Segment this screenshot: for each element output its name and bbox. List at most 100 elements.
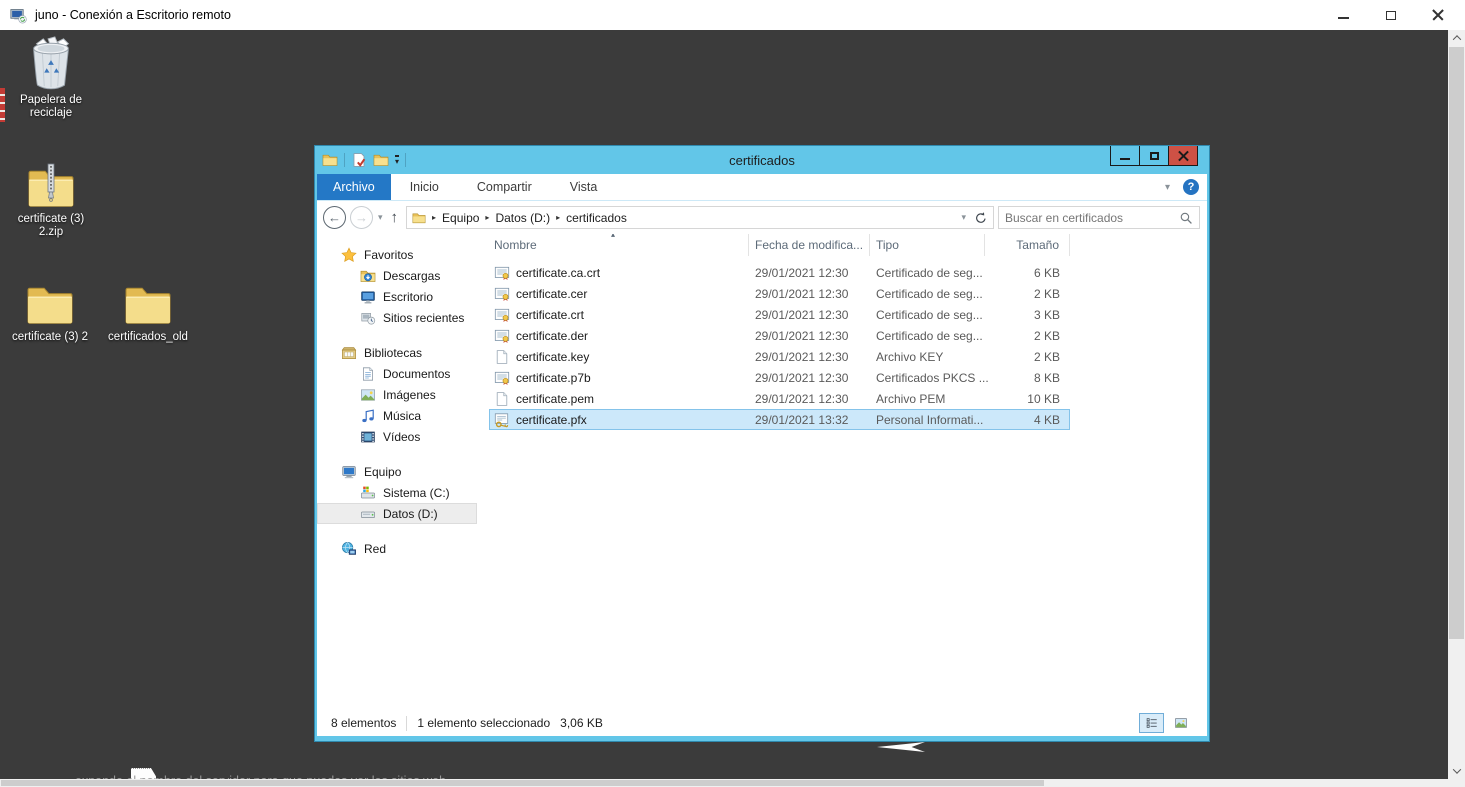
pfx-certificate-icon bbox=[494, 412, 510, 428]
qat-new-folder-icon[interactable] bbox=[373, 152, 389, 168]
sidebar-item-musica[interactable]: Música bbox=[317, 405, 477, 426]
file-date: 29/01/2021 12:30 bbox=[749, 266, 870, 280]
file-date: 29/01/2021 12:30 bbox=[749, 308, 870, 322]
file-icon bbox=[494, 349, 510, 365]
file-row[interactable]: certificate.pem 29/01/2021 12:30 Archivo… bbox=[489, 388, 1070, 409]
file-size: 2 KB bbox=[985, 287, 1070, 301]
forward-button[interactable]: → bbox=[350, 206, 373, 229]
rdp-vertical-scrollbar[interactable] bbox=[1448, 30, 1465, 779]
file-name: certificate.der bbox=[516, 329, 588, 343]
file-size: 10 KB bbox=[985, 392, 1070, 406]
sidebar-item-imagenes[interactable]: Imágenes bbox=[317, 384, 477, 405]
icons-view-icon bbox=[1174, 716, 1188, 730]
search-input[interactable] bbox=[1005, 211, 1179, 225]
column-header-fecha[interactable]: Fecha de modifica... bbox=[749, 234, 870, 256]
file-type: Certificado de seg... bbox=[870, 329, 985, 343]
desktop-icon bbox=[360, 289, 376, 305]
explorer-window: ▾ certificados Archivo Inicio Compartir … bbox=[314, 145, 1210, 742]
file-row[interactable]: certificate.der 29/01/2021 12:30 Certifi… bbox=[489, 325, 1070, 346]
tab-archivo[interactable]: Archivo bbox=[317, 174, 391, 200]
minimize-icon bbox=[1338, 17, 1349, 19]
sidebar-item-bibliotecas[interactable]: Bibliotecas bbox=[317, 342, 477, 363]
file-date: 29/01/2021 12:30 bbox=[749, 392, 870, 406]
quick-access-toolbar: ▾ bbox=[317, 152, 406, 168]
host-maximize-button[interactable] bbox=[1367, 0, 1414, 30]
column-header-tamano[interactable]: Tamaño bbox=[985, 234, 1070, 256]
rdp-titlebar: juno - Conexión a Escritorio remoto bbox=[0, 0, 1465, 30]
file-row-selected[interactable]: certificate.pfx 29/01/2021 13:32 Persona… bbox=[489, 409, 1070, 430]
tab-compartir[interactable]: Compartir bbox=[458, 174, 551, 200]
ribbon-right-controls: ▾ ? bbox=[1165, 174, 1199, 200]
scroll-down-button[interactable] bbox=[1448, 763, 1465, 779]
desktop-icon-certificate-zip[interactable]: certificate (3) 2.zip bbox=[6, 163, 96, 239]
sidebar-item-escritorio[interactable]: Escritorio bbox=[317, 286, 477, 307]
desktop-icon-label: certificate (3) 2 bbox=[12, 331, 88, 344]
host-minimize-button[interactable] bbox=[1320, 0, 1367, 30]
tab-vista[interactable]: Vista bbox=[551, 174, 617, 200]
qat-properties-icon[interactable] bbox=[351, 152, 367, 168]
back-button[interactable]: ← bbox=[323, 206, 346, 229]
desktop-icon-certificate-folder[interactable]: certificate (3) 2 bbox=[2, 283, 98, 344]
maximize-icon bbox=[1386, 11, 1396, 20]
qat-folder-icon[interactable] bbox=[322, 152, 338, 168]
sidebar-item-label: Datos (D:) bbox=[383, 507, 438, 521]
recent-places-icon bbox=[360, 310, 376, 326]
search-icon[interactable] bbox=[1179, 211, 1193, 225]
scroll-up-button[interactable] bbox=[1448, 30, 1465, 46]
address-bar[interactable]: ▸ Equipo ▸ Datos (D:) ▸ certificados ▾ bbox=[406, 206, 994, 229]
file-row[interactable]: certificate.key 29/01/2021 12:30 Archivo… bbox=[489, 346, 1070, 367]
sidebar-item-descargas[interactable]: Descargas bbox=[317, 265, 477, 286]
sidebar-item-documentos[interactable]: Documentos bbox=[317, 363, 477, 384]
certificate-icon bbox=[494, 370, 510, 386]
file-type: Archivo KEY bbox=[870, 350, 985, 364]
vertical-scroll-thumb[interactable] bbox=[1449, 47, 1464, 639]
breadcrumb-datos-d[interactable]: Datos (D:) bbox=[495, 211, 550, 225]
file-size: 8 KB bbox=[985, 371, 1070, 385]
file-row[interactable]: certificate.cer 29/01/2021 12:30 Certifi… bbox=[489, 283, 1070, 304]
sidebar-item-videos[interactable]: Vídeos bbox=[317, 426, 477, 447]
ribbon-collapse-icon[interactable]: ▾ bbox=[1165, 182, 1170, 193]
sidebar-item-favoritos[interactable]: Favoritos bbox=[317, 244, 477, 265]
sidebar-item-sistema-c[interactable]: Sistema (C:) bbox=[317, 482, 477, 503]
close-icon bbox=[1178, 150, 1189, 161]
help-icon[interactable]: ? bbox=[1183, 179, 1199, 195]
search-box[interactable] bbox=[998, 206, 1200, 229]
file-row[interactable]: certificate.crt 29/01/2021 12:30 Certifi… bbox=[489, 304, 1070, 325]
desktop-icon-certificados-old[interactable]: certificados_old bbox=[98, 283, 198, 344]
sidebar-item-red[interactable]: Red bbox=[317, 538, 477, 559]
address-dropdown-icon[interactable]: ▾ bbox=[961, 212, 966, 223]
icons-view-button[interactable] bbox=[1168, 713, 1193, 733]
window-close-button[interactable] bbox=[1168, 146, 1198, 166]
desktop-icon-recycle-bin[interactable]: Papelera de reciclaje bbox=[6, 36, 96, 120]
file-type: Certificado de seg... bbox=[870, 308, 985, 322]
window-minimize-button[interactable] bbox=[1110, 146, 1140, 166]
file-rows: certificate.ca.crt 29/01/2021 12:30 Cert… bbox=[477, 256, 1207, 430]
breadcrumb-equipo[interactable]: Equipo bbox=[442, 211, 479, 225]
column-header-tipo[interactable]: Tipo bbox=[870, 234, 985, 256]
refresh-icon[interactable] bbox=[974, 211, 988, 225]
rdp-horizontal-scrollbar[interactable] bbox=[0, 779, 1448, 787]
file-size: 3 KB bbox=[985, 308, 1070, 322]
explorer-titlebar[interactable]: ▾ certificados bbox=[317, 146, 1207, 174]
breadcrumb-certificados[interactable]: certificados bbox=[566, 211, 627, 225]
sidebar-item-equipo[interactable]: Equipo bbox=[317, 461, 477, 482]
horizontal-scroll-thumb[interactable] bbox=[1, 780, 1044, 786]
sidebar-item-label: Equipo bbox=[364, 465, 401, 479]
details-view-button[interactable] bbox=[1139, 713, 1164, 733]
qat-customize-icon[interactable]: ▾ bbox=[395, 155, 399, 166]
host-close-button[interactable] bbox=[1414, 0, 1461, 30]
window-maximize-button[interactable] bbox=[1139, 146, 1169, 166]
tab-inicio[interactable]: Inicio bbox=[391, 174, 458, 200]
rdp-app-icon bbox=[10, 7, 27, 24]
file-row[interactable]: certificate.ca.crt 29/01/2021 12:30 Cert… bbox=[489, 262, 1070, 283]
file-name: certificate.cer bbox=[516, 287, 587, 301]
navigation-pane: Favoritos Descargas Escritorio Sitios re… bbox=[317, 234, 477, 710]
ribbon-tab-strip: Archivo Inicio Compartir Vista ▾ ? bbox=[317, 174, 1207, 201]
file-row[interactable]: certificate.p7b 29/01/2021 12:30 Certifi… bbox=[489, 367, 1070, 388]
recent-locations-icon[interactable]: ▾ bbox=[378, 212, 383, 223]
sidebar-item-datos-d[interactable]: Datos (D:) bbox=[317, 503, 477, 524]
sort-ascending-icon: ▴ bbox=[611, 234, 615, 239]
up-button[interactable]: ↑ bbox=[391, 209, 399, 226]
sidebar-item-sitios-recientes[interactable]: Sitios recientes bbox=[317, 307, 477, 328]
star-icon bbox=[341, 247, 357, 263]
